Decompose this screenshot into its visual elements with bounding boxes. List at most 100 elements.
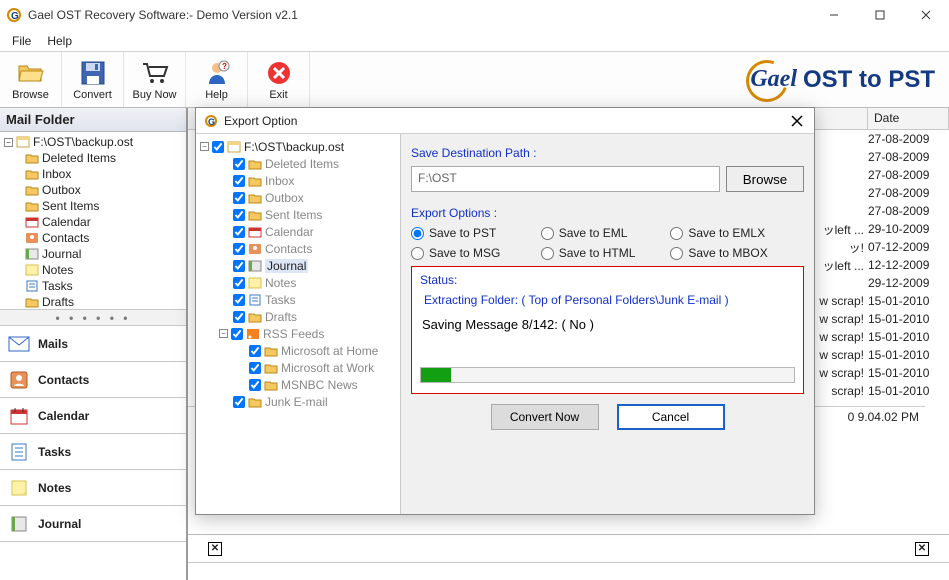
export-root-checkbox[interactable] [212,141,224,153]
export-item-checkbox[interactable] [249,345,261,357]
export-item-checkbox[interactable] [231,328,243,340]
browse-button[interactable]: Browse [726,166,804,192]
export-tree-item[interactable]: Deleted Items [200,155,396,172]
tree-item[interactable]: Notes [4,262,182,278]
export-item-checkbox[interactable] [233,226,245,238]
opt-emlx[interactable]: Save to EMLX [670,226,800,240]
opt-msg-radio[interactable] [411,247,424,260]
nav-calendar[interactable]: Calendar [0,398,186,434]
toolbar-buynow[interactable]: Buy Now [124,52,186,107]
tree-item-label: Sent Items [42,199,99,213]
nav-notes[interactable]: Notes [0,470,186,506]
tree-root[interactable]: − F:\OST\backup.ost [4,134,182,150]
tree-item[interactable]: Tasks [4,278,182,294]
export-tree-item[interactable]: Notes [200,274,396,291]
export-tree-item[interactable]: Junk E-mail [200,393,396,410]
list-date: 12-12-2009 [868,258,938,272]
export-tree-item[interactable]: Tasks [200,291,396,308]
nav-contacts[interactable]: Contacts [0,362,186,398]
export-tree-item[interactable]: Sent Items [200,206,396,223]
tree-item[interactable]: Outbox [4,182,182,198]
dialog-close-button[interactable] [788,112,806,130]
export-item-checkbox[interactable] [233,209,245,221]
tree-item[interactable]: Contacts [4,230,182,246]
export-item-checkbox[interactable] [233,158,245,170]
nav-tasks[interactable]: Tasks [0,434,186,470]
export-item-checkbox[interactable] [233,277,245,289]
export-item-checkbox[interactable] [249,379,261,391]
export-item-checkbox[interactable] [233,396,245,408]
export-tree-item[interactable]: Inbox [200,172,396,189]
list-col-date[interactable]: Date [868,108,949,129]
panel-grip[interactable]: • • • • • • [0,310,186,326]
export-tree-item[interactable]: Microsoft at Home [200,342,396,359]
cancel-button[interactable]: Cancel [617,404,725,430]
export-option-dialog: G Export Option − F:\OST\backup.ost Dele… [195,107,815,515]
minimize-button[interactable] [811,0,857,30]
save-path-input[interactable]: F:\OST [411,166,720,192]
export-tree-item[interactable]: Drafts [200,308,396,325]
tree-item[interactable]: Inbox [4,166,182,182]
tree-root-label: F:\OST\backup.ost [33,135,133,149]
opt-msg[interactable]: Save to MSG [411,246,541,260]
toolbar-exit[interactable]: Exit [248,52,310,107]
brand-g-icon: Gael [750,66,797,93]
convert-now-button[interactable]: Convert Now [491,404,599,430]
tree-item[interactable]: Deleted Items [4,150,182,166]
opt-emlx-radio[interactable] [670,227,683,240]
cart-icon [141,59,169,87]
close-button[interactable] [903,0,949,30]
export-item-checkbox[interactable] [233,175,245,187]
export-item-label: Notes [265,276,296,290]
tree-item-label: Calendar [42,215,91,229]
export-tree-root[interactable]: − F:\OST\backup.ost [200,138,396,155]
maximize-button[interactable] [857,0,903,30]
export-tree-item[interactable]: Microsoft at Work [200,359,396,376]
export-item-checkbox[interactable] [233,294,245,306]
opt-pst[interactable]: Save to PST [411,226,541,240]
nav-journal[interactable]: Journal [0,506,186,542]
export-tree-item[interactable]: MSNBC News [200,376,396,393]
toolbar-help[interactable]: ? Help [186,52,248,107]
export-tree-item[interactable]: Outbox [200,189,396,206]
footer-close-right[interactable]: ✕ [915,542,929,556]
toolbar: Browse Convert Buy Now ? Help Exit Gael … [0,52,949,108]
export-tree[interactable]: − F:\OST\backup.ost Deleted ItemsInboxOu… [196,134,400,514]
export-item-checkbox[interactable] [249,362,261,374]
tree-item[interactable]: Journal [4,246,182,262]
opt-mbox[interactable]: Save to MBOX [670,246,800,260]
expand-icon[interactable]: − [219,329,228,338]
opt-eml-radio[interactable] [541,227,554,240]
tree-item[interactable]: Sent Items [4,198,182,214]
export-item-checkbox[interactable] [233,243,245,255]
opt-html-radio[interactable] [541,247,554,260]
export-item-checkbox[interactable] [233,192,245,204]
nav-mails[interactable]: Mails [0,326,186,362]
menu-help[interactable]: Help [39,32,80,50]
opt-msg-label: Save to MSG [429,246,500,260]
calendar-icon [8,405,30,427]
opt-eml[interactable]: Save to EML [541,226,671,240]
export-tree-item[interactable]: Contacts [200,240,396,257]
export-tree-item[interactable]: −RSS Feeds [200,325,396,342]
dialog-titlebar: G Export Option [196,108,814,134]
export-item-checkbox[interactable] [233,260,245,272]
list-date: 15-01-2010 [868,366,938,380]
export-item-checkbox[interactable] [233,311,245,323]
collapse-icon[interactable]: − [4,138,13,147]
nav-journal-label: Journal [38,517,81,531]
export-tree-item[interactable]: Journal [200,257,396,274]
footer-close-left[interactable]: ✕ [208,542,222,556]
collapse-icon[interactable]: − [200,142,209,151]
mail-folder-tree[interactable]: − F:\OST\backup.ost Deleted ItemsInboxOu… [0,132,186,310]
tree-item[interactable]: Calendar [4,214,182,230]
opt-pst-radio[interactable] [411,227,424,240]
toolbar-convert[interactable]: Convert [62,52,124,107]
export-tree-item[interactable]: Calendar [200,223,396,240]
toolbar-browse[interactable]: Browse [0,52,62,107]
tree-item[interactable]: Drafts [4,294,182,310]
menu-file[interactable]: File [4,32,39,50]
opt-html[interactable]: Save to HTML [541,246,671,260]
nav-mails-label: Mails [38,337,68,351]
opt-mbox-radio[interactable] [670,247,683,260]
